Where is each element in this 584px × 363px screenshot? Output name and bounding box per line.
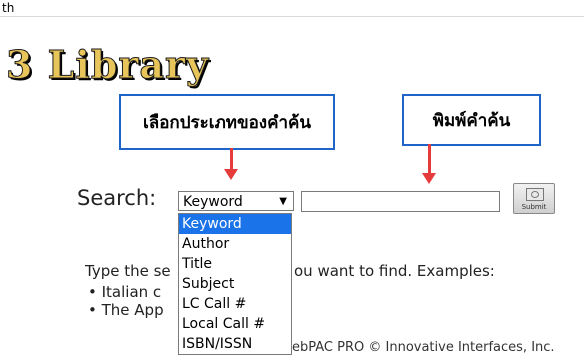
- search-type-dropdown: Keyword Author Title Subject LC Call # L…: [178, 213, 292, 355]
- search-type-select[interactable]: Keyword ▼: [178, 191, 294, 211]
- dropdown-option-local-call[interactable]: Local Call #: [179, 314, 291, 334]
- browser-tab-title[interactable]: th: [0, 0, 14, 16]
- submit-button[interactable]: Submit: [513, 183, 555, 214]
- dropdown-option-keyword[interactable]: Keyword: [179, 214, 291, 234]
- search-icon: [526, 188, 544, 201]
- search-type-annotation: เลือกประเภทของคำค้น: [119, 94, 335, 150]
- dropdown-option-title[interactable]: Title: [179, 254, 291, 274]
- help-bullet-2: • The App: [88, 301, 164, 319]
- search-type-selected: Keyword: [183, 194, 243, 210]
- footer-credit: ebPAC PRO © Innovative Interfaces, Inc.: [292, 340, 555, 355]
- dropdown-option-subject[interactable]: Subject: [179, 274, 291, 294]
- dropdown-option-author[interactable]: Author: [179, 234, 291, 254]
- search-input[interactable]: [301, 191, 500, 212]
- search-label: Search:: [77, 186, 157, 210]
- dropdown-option-isbn-issn[interactable]: ISBN/ISSN: [179, 334, 291, 354]
- browser-tab-bar: th: [0, 0, 584, 17]
- submit-label: Submit: [521, 203, 547, 211]
- dropdown-option-lc-call[interactable]: LC Call #: [179, 294, 291, 314]
- arrow-down-icon: [422, 144, 436, 184]
- help-intro-right: ou want to find. Examples:: [294, 262, 495, 280]
- arrow-down-icon: [224, 148, 238, 180]
- help-bullet-1: • Italian c: [88, 283, 162, 301]
- library-logo: 3 Library: [5, 42, 210, 88]
- help-intro-left: Type the se: [85, 262, 171, 280]
- search-term-annotation: พิมพ์คำค้น: [402, 94, 541, 146]
- dropdown-caret-icon: ▼: [279, 196, 287, 207]
